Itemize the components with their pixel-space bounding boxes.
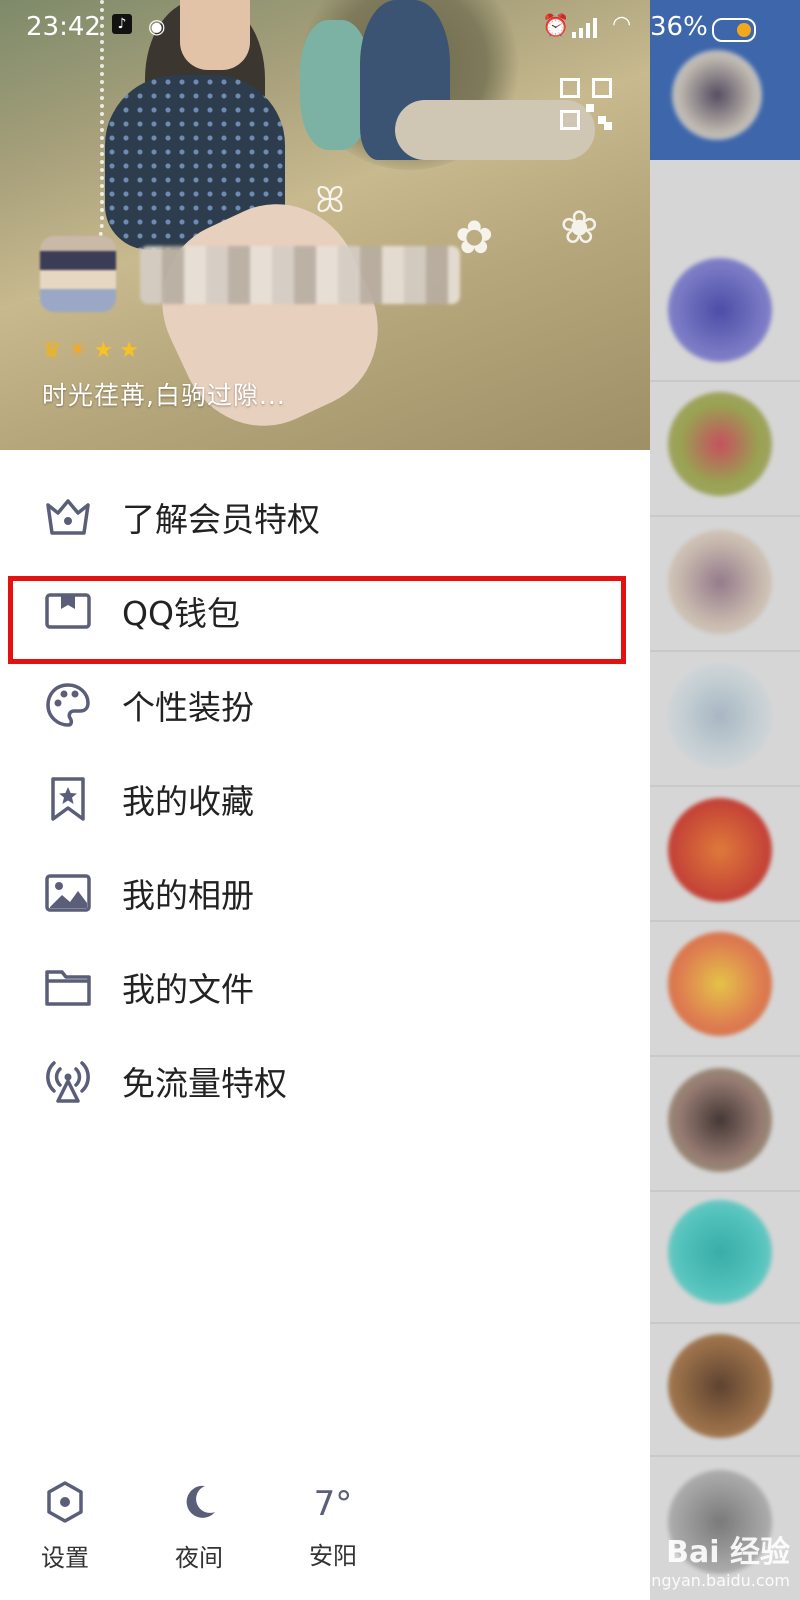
divider xyxy=(650,515,800,517)
divider xyxy=(650,650,800,652)
night-label: 夜间 xyxy=(175,1544,223,1572)
profile-header-background[interactable]: ✿ ❀ ꕤ ♛ ☀ ★ ★ 时光荏苒,白驹过隙... xyxy=(0,0,650,450)
divider xyxy=(650,920,800,922)
weather-temperature: 7° xyxy=(313,1484,353,1524)
menu-label: 免流量特权 xyxy=(122,1064,287,1103)
menu-label: 个性装扮 xyxy=(122,688,254,727)
flower-doodle: ✿ xyxy=(455,210,494,264)
divider xyxy=(650,1055,800,1057)
menu-label: 我的文件 xyxy=(122,970,254,1009)
photo-icon xyxy=(44,869,92,917)
nickname-pixelated[interactable] xyxy=(140,246,460,304)
folder-icon xyxy=(44,963,92,1011)
alarm-icon: ⏰ xyxy=(542,14,570,39)
tiktok-icon: ♪ xyxy=(112,14,132,34)
bookmark-star-icon xyxy=(44,775,92,823)
chat-avatar[interactable] xyxy=(668,258,772,362)
profile-signature[interactable]: 时光荏苒,白驹过隙... xyxy=(42,376,286,412)
chat-avatar[interactable] xyxy=(668,664,772,768)
music-app-icon: ◉ xyxy=(148,14,166,38)
settings-button[interactable]: 设置 xyxy=(20,1480,110,1573)
menu-item-free-data[interactable]: 免流量特权 xyxy=(0,1034,650,1128)
menu-item-personalize[interactable]: 个性装扮 xyxy=(0,658,650,752)
crown-badge-icon: ♛ xyxy=(42,338,62,363)
menu-label: 我的收藏 xyxy=(122,782,254,821)
chat-avatar[interactable] xyxy=(668,530,772,634)
weather-city: 安阳 xyxy=(309,1542,357,1570)
settings-label: 设置 xyxy=(41,1544,89,1572)
watermark-url: jingyan.baidu.com xyxy=(642,1571,790,1590)
sun-badge-icon: ☀ xyxy=(67,338,88,363)
chat-avatar[interactable] xyxy=(668,932,772,1036)
palette-icon xyxy=(44,681,92,729)
chat-avatar xyxy=(672,50,762,140)
menu-item-vip[interactable]: 了解会员特权 xyxy=(0,470,650,564)
signal-icon xyxy=(572,18,598,38)
qr-code-icon[interactable] xyxy=(560,78,612,130)
baidu-jingyan-watermark: Bai 经验 jingyan.baidu.com xyxy=(642,1527,790,1590)
butterfly-doodle: ꕤ xyxy=(315,180,345,221)
night-mode-button[interactable]: 夜间 xyxy=(154,1480,244,1573)
chat-list-overlay[interactable] xyxy=(650,0,800,1600)
chat-avatar[interactable] xyxy=(668,1200,772,1304)
menu-item-favorites[interactable]: 我的收藏 xyxy=(0,752,650,846)
divider xyxy=(650,380,800,382)
chat-avatar[interactable] xyxy=(668,1334,772,1438)
drawer-bottom-bar: 设置 夜间 7° 安阳 xyxy=(0,1480,650,1600)
battery-percent: 36% xyxy=(650,12,708,42)
wifi-icon: ◠ xyxy=(612,12,632,37)
status-time: 23:42 xyxy=(26,12,101,42)
menu-item-files[interactable]: 我的文件 xyxy=(0,940,650,1034)
menu-label: 了解会员特权 xyxy=(122,500,320,539)
weather-button[interactable]: 7° 安阳 xyxy=(288,1480,378,1571)
drawer-menu: 了解会员特权 QQ钱包 个性装扮 我的收藏 我的相册 我的文件 免流量特权 xyxy=(0,470,650,1128)
avatar[interactable] xyxy=(40,236,116,312)
chat-avatar[interactable] xyxy=(668,1068,772,1172)
status-bar: 23:42 ♪ ◉ ⏰ ◠ 36% xyxy=(0,0,800,58)
chat-avatar[interactable] xyxy=(668,798,772,902)
menu-label: 我的相册 xyxy=(122,876,254,915)
broadcast-icon xyxy=(44,1057,92,1105)
divider xyxy=(650,1322,800,1324)
highlight-box xyxy=(8,576,626,664)
divider xyxy=(650,1190,800,1192)
battery-icon xyxy=(712,18,756,42)
vip-badges[interactable]: ♛ ☀ ★ ★ xyxy=(42,338,139,363)
divider xyxy=(650,1455,800,1457)
star-badge-icon: ★ xyxy=(93,338,114,363)
crown-icon xyxy=(44,493,92,541)
moon-icon xyxy=(186,1485,215,1518)
menu-item-album[interactable]: 我的相册 xyxy=(0,846,650,940)
watermark-brand: Bai 经验 xyxy=(666,1535,790,1570)
flower-doodle: ❀ xyxy=(560,200,599,254)
settings-hexagon-icon xyxy=(47,1481,83,1523)
chat-avatar[interactable] xyxy=(668,392,772,496)
divider xyxy=(650,785,800,787)
star-badge-icon: ★ xyxy=(119,338,139,363)
